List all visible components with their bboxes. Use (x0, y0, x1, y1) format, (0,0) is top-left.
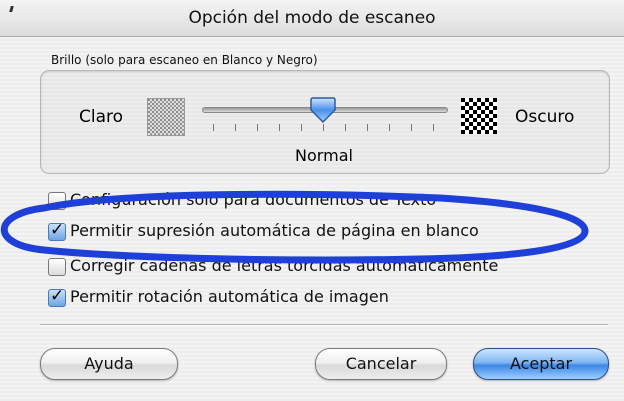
option-label: Permitir supresión automática de página … (70, 221, 479, 240)
slider-tick (279, 124, 280, 131)
slider-tick (257, 124, 258, 131)
light-label: Claro (79, 107, 124, 127)
dialog-title: Opción del modo de escaneo (188, 8, 436, 28)
title-bar[interactable]: Opción del modo de escaneo (0, 0, 624, 37)
help-button[interactable]: Ayuda (40, 348, 178, 380)
checkbox-text-documents[interactable] (48, 192, 66, 210)
slider-tick (323, 124, 324, 131)
dark-label: Oscuro (515, 107, 575, 127)
scan-mode-dialog: Opción del modo de escaneo Brillo (solo … (0, 0, 624, 401)
slider-tick (213, 124, 214, 131)
dark-pattern-icon (461, 98, 497, 134)
brightness-group-label: Brillo (solo para escaneo en Blanco y Ne… (51, 53, 318, 67)
slider-tick (345, 124, 346, 131)
brightness-value-label: Normal (295, 146, 353, 165)
separator (40, 324, 608, 326)
slider-tick (389, 124, 390, 131)
option-label: Corregir cadenas de letras torcidas auto… (70, 256, 499, 275)
slider-tick (411, 124, 412, 131)
checkbox-skew-correction[interactable] (48, 258, 66, 276)
slider-tick (367, 124, 368, 131)
light-pattern-icon (147, 98, 185, 136)
checkbox-auto-rotation[interactable]: ✓ (48, 286, 66, 307)
slider-tick (235, 124, 236, 131)
slider-tick (301, 124, 302, 131)
slider-tick (433, 124, 434, 131)
cancel-button[interactable]: Cancelar (315, 348, 447, 380)
accept-button[interactable]: Aceptar (473, 348, 609, 380)
option-label: Configuración sólo para documentos de Te… (70, 190, 437, 209)
brightness-slider-thumb[interactable] (309, 96, 337, 124)
checkbox-blank-page-suppression[interactable]: ✓ (48, 220, 66, 241)
option-label: Permitir rotación automática de imagen (70, 287, 389, 306)
